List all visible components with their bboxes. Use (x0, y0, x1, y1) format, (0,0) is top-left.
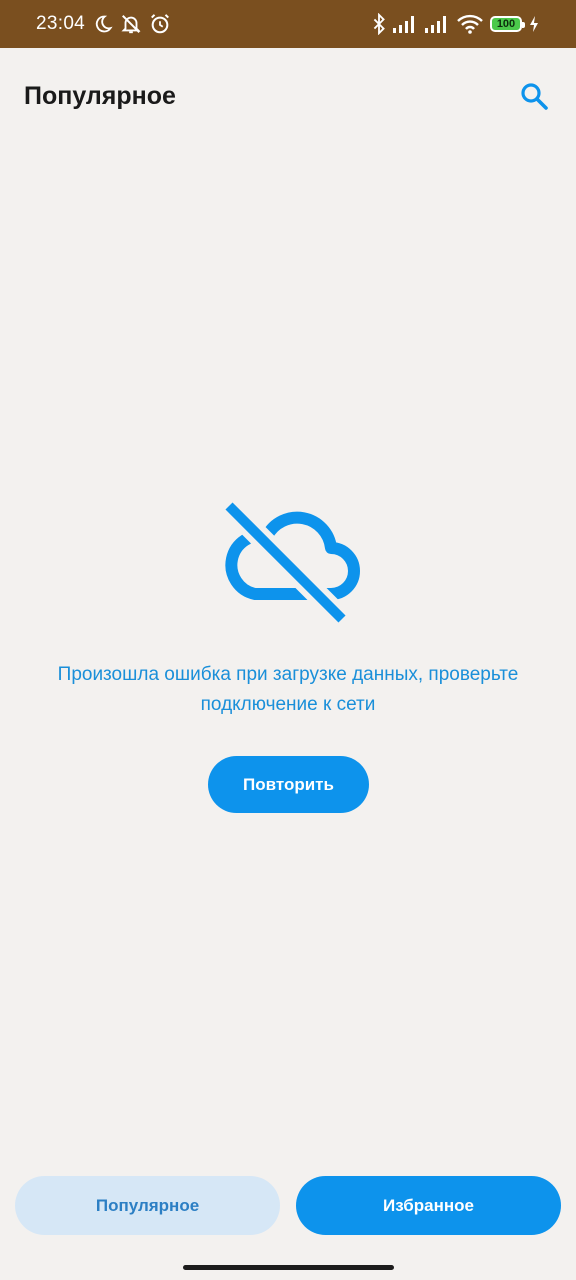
app-bar: Популярное (0, 48, 576, 144)
muted-bell-icon (119, 13, 143, 35)
wifi-icon (456, 14, 484, 34)
status-bar-right: 100 (372, 13, 540, 35)
moon-icon (93, 14, 113, 34)
retry-button[interactable]: Повторить (208, 756, 369, 813)
charging-icon (528, 15, 540, 33)
search-icon (520, 82, 548, 115)
signal-icon (392, 15, 418, 33)
battery-level: 100 (496, 18, 516, 30)
battery-icon: 100 (490, 16, 525, 32)
home-indicator[interactable] (183, 1265, 394, 1270)
status-bar: 23:04 100 (0, 0, 576, 48)
bluetooth-icon (372, 13, 386, 35)
tab-popular[interactable]: Популярное (15, 1176, 280, 1235)
cloud-off-icon (215, 498, 361, 628)
page-title: Популярное (24, 82, 176, 110)
search-button[interactable] (514, 78, 554, 118)
status-bar-left: 23:04 (36, 13, 171, 35)
bottom-navigation: Популярное Избранное (0, 1176, 576, 1238)
alarm-icon (149, 13, 171, 35)
signal-icon (424, 15, 450, 33)
tab-favorites[interactable]: Избранное (296, 1176, 561, 1235)
error-message: Произошла ошибка при загрузке данных, пр… (57, 664, 519, 715)
status-time: 23:04 (36, 13, 86, 34)
